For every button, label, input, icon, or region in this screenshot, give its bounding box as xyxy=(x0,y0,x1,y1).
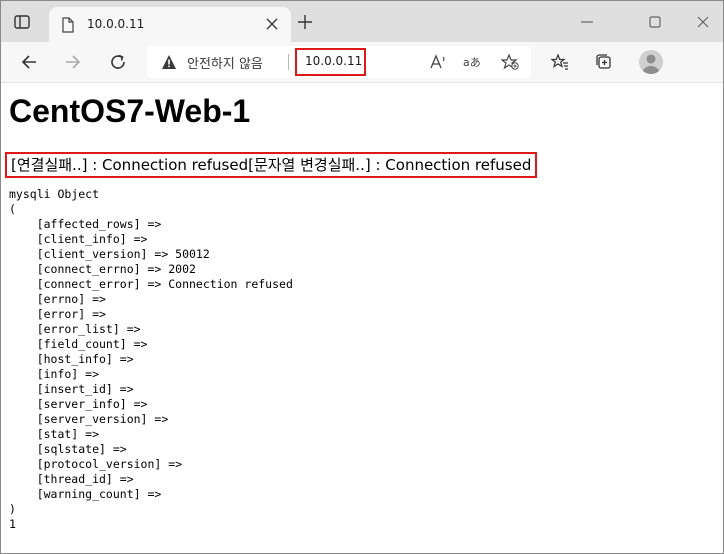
new-tab-icon[interactable] xyxy=(297,14,313,30)
dump-line: 1 xyxy=(9,517,16,531)
dump-line: [protocol_version] => xyxy=(9,457,183,471)
profile-icon xyxy=(642,54,660,74)
dump-line: mysqli Object xyxy=(9,187,100,201)
minimize-icon[interactable] xyxy=(579,14,595,30)
dump-line: [connect_error] => Connection refused xyxy=(9,277,293,291)
profile-avatar[interactable] xyxy=(639,50,663,74)
dump-line: [errno] => xyxy=(9,292,106,306)
mysqli-object-dump: mysqli Object( [affected_rows] => [clien… xyxy=(9,187,293,532)
tab-title: 10.0.0.11 xyxy=(87,17,145,31)
connection-status-text: [연결실패..] : Connection refused[문자열 변경실패..… xyxy=(11,156,532,174)
tab-strip: 10.0.0.11 xyxy=(1,1,723,42)
dump-line: [error_list] => xyxy=(9,322,141,336)
dump-line: [affected_rows] => xyxy=(9,217,162,231)
refresh-icon[interactable] xyxy=(109,53,127,71)
star-plus-icon[interactable] xyxy=(501,54,519,70)
dump-line: ( xyxy=(9,202,16,216)
address-divider xyxy=(288,54,289,70)
browser-window: 10.0.0.11 안전하지 않음 10.0.0.11 aあ CentOS7-W… xyxy=(0,0,724,554)
dump-line: [field_count] => xyxy=(9,337,148,351)
page-content: CentOS7-Web-1 [연결실패..] : Connection refu… xyxy=(1,83,723,553)
page-icon xyxy=(62,17,74,33)
dump-line: [thread_id] => xyxy=(9,472,134,486)
dump-line: ) xyxy=(9,502,16,516)
favorites-icon[interactable] xyxy=(551,53,569,71)
read-aloud-icon[interactable] xyxy=(429,54,447,70)
dump-line: [stat] => xyxy=(9,427,100,441)
not-secure-label[interactable]: 안전하지 않음 xyxy=(187,53,263,72)
tab-actions-icon[interactable] xyxy=(13,13,31,31)
dump-line: [host_info] => xyxy=(9,352,134,366)
warning-icon[interactable] xyxy=(161,54,177,70)
dump-line: [client_info] => xyxy=(9,232,148,246)
dump-line: [error] => xyxy=(9,307,106,321)
back-arrow-icon[interactable] xyxy=(20,53,38,71)
close-window-icon[interactable] xyxy=(695,14,711,30)
dump-line: [info] => xyxy=(9,367,100,381)
active-tab[interactable]: 10.0.0.11 xyxy=(49,7,291,42)
svg-text:aあ: aあ xyxy=(463,56,481,69)
dump-line: [server_version] => xyxy=(9,412,169,426)
maximize-icon[interactable] xyxy=(647,14,663,30)
dump-line: [connect_errno] => 2002 xyxy=(9,262,196,276)
dump-line: [insert_id] => xyxy=(9,382,134,396)
close-tab-icon[interactable] xyxy=(265,17,279,31)
url-highlight-box[interactable]: 10.0.0.11 xyxy=(295,48,366,76)
collections-icon[interactable] xyxy=(595,53,613,71)
dump-line: [warning_count] => xyxy=(9,487,162,501)
url-text[interactable]: 10.0.0.11 xyxy=(305,54,362,68)
page-heading: CentOS7-Web-1 xyxy=(9,93,251,129)
connection-status-box: [연결실패..] : Connection refused[문자열 변경실패..… xyxy=(5,152,538,178)
toolbar: 안전하지 않음 10.0.0.11 aあ xyxy=(1,42,723,83)
dump-line: [client_version] => 50012 xyxy=(9,247,210,261)
dump-line: [sqlstate] => xyxy=(9,442,127,456)
address-bar[interactable]: 안전하지 않음 10.0.0.11 aあ xyxy=(147,46,531,78)
dump-line: [server_info] => xyxy=(9,397,148,411)
translate-icon[interactable]: aあ xyxy=(463,54,481,70)
forward-arrow-icon[interactable] xyxy=(64,53,82,71)
